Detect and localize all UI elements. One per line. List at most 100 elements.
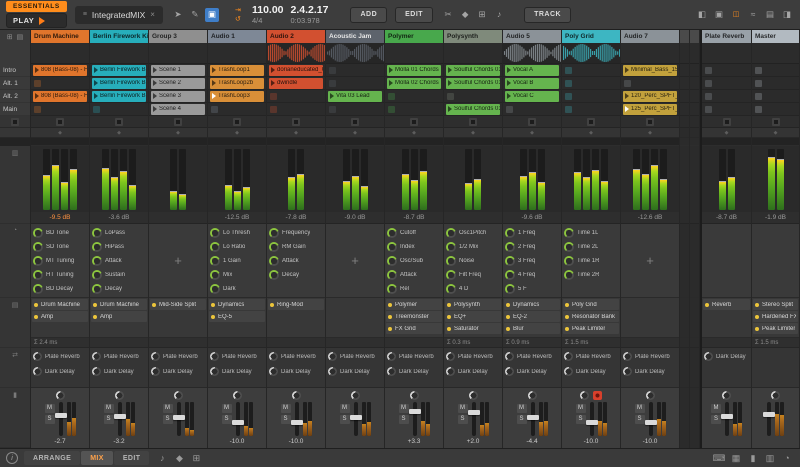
macro-knob[interactable]: 2 Freq (505, 240, 559, 253)
send-slot[interactable]: Plate Reverb (210, 350, 264, 363)
macro-knob[interactable]: BD Tone (33, 226, 87, 239)
fader-handle[interactable] (763, 411, 775, 417)
clip[interactable]: Soulful Chords 01 B (446, 77, 500, 89)
send-slot[interactable]: Plate Reverb (269, 350, 323, 363)
clip-slot[interactable] (562, 64, 620, 77)
clip[interactable]: 808 (Bass-08) - H.. (33, 90, 87, 102)
mute-button[interactable]: M (280, 404, 291, 413)
note-icon[interactable]: ♪ (492, 8, 506, 22)
device-item[interactable]: Saturator (445, 323, 501, 334)
send-slot[interactable]: Plate Reverb (564, 350, 618, 363)
track-stop-button[interactable] (410, 117, 418, 126)
clip-slot[interactable] (752, 64, 799, 77)
device-item[interactable]: Polymer (386, 299, 442, 310)
mute-button[interactable]: M (103, 404, 114, 413)
macro-knob[interactable]: 4 Freq (505, 268, 559, 281)
mute-button[interactable]: M (575, 404, 586, 413)
macro-knob[interactable]: 1 Freq (505, 226, 559, 239)
send-slot[interactable]: Plate Reverb (151, 350, 205, 363)
device-item[interactable]: EQ+ (445, 311, 501, 322)
send-slot[interactable]: Plate Reverb (446, 350, 500, 363)
midi-keyboard-icon[interactable]: ⌨ (712, 453, 726, 464)
grid-icon[interactable]: ⊞ (7, 33, 13, 41)
loop-icon[interactable]: ↺ (231, 15, 245, 24)
macro-knob[interactable]: MT Tuning (33, 254, 87, 267)
mute-button[interactable]: M (44, 404, 55, 413)
clip-slot[interactable]: Molla 02 Chords (385, 77, 443, 90)
clip-slot[interactable] (562, 90, 620, 103)
clip-slot[interactable]: Scene 4 (149, 103, 207, 116)
pan-knob[interactable] (645, 391, 655, 400)
pan-knob[interactable] (722, 391, 731, 400)
comment-icon[interactable]: ▣ (204, 7, 219, 22)
clip-slot[interactable]: Berlin Firework B.. (90, 77, 148, 90)
macro-knob[interactable]: LoPass (92, 226, 146, 239)
device-enabled-icon[interactable] (388, 302, 392, 307)
solo-button[interactable]: S (398, 415, 409, 424)
fader-handle[interactable] (408, 408, 421, 414)
device-enabled-icon[interactable] (506, 326, 510, 331)
solo-button[interactable]: S (457, 415, 468, 424)
solo-button[interactable]: S (516, 415, 527, 424)
clip-slot[interactable]: Molla 01 Chords (385, 64, 443, 77)
clip[interactable]: Soulful Chords 01 B (446, 64, 500, 76)
track-stop-button[interactable] (722, 117, 731, 126)
mute-button[interactable]: M (162, 404, 173, 413)
track-title[interactable]: Master (752, 30, 799, 43)
track-title[interactable]: Group 3 (149, 30, 207, 43)
clip-slot[interactable]: 125_Perc_SPFT_11 (621, 103, 679, 116)
volume-fader[interactable] (349, 402, 362, 436)
track-stop-button[interactable] (292, 117, 300, 126)
clip[interactable]: Berlin Firework B.. (92, 64, 146, 76)
fader-handle[interactable] (290, 419, 303, 425)
inspector-panel-icon[interactable]: ◧ (695, 8, 709, 22)
macro-knob[interactable]: SD Tone (33, 240, 87, 253)
clip-slot[interactable] (621, 77, 679, 90)
device-item[interactable]: Mid-Side Split (150, 299, 206, 310)
zoom-icon[interactable]: ⊞ (475, 8, 489, 22)
macro-knob[interactable]: Time 2L (564, 240, 618, 253)
macro-knob[interactable]: Decay (92, 282, 146, 295)
macro-knob[interactable]: Dark (210, 282, 264, 295)
clip-slot[interactable] (702, 64, 751, 77)
macro-knob[interactable]: 1 Gain (210, 254, 264, 267)
track-title[interactable]: Polymer (385, 30, 443, 43)
device-enabled-icon[interactable] (388, 314, 392, 319)
macro-knob[interactable]: 3 Freq (505, 254, 559, 267)
fader-handle[interactable] (349, 415, 362, 421)
volume-fader[interactable] (763, 402, 775, 436)
clip-slot[interactable] (752, 77, 799, 90)
snap-icon[interactable]: ◆ (172, 453, 186, 464)
record-arm-button[interactable] (593, 391, 602, 400)
clip-slot[interactable] (752, 103, 799, 116)
device-item[interactable]: Drum Machine (32, 299, 88, 310)
clip-slot[interactable] (444, 90, 502, 103)
macro-knob[interactable]: Rel (387, 282, 441, 295)
macro-knob[interactable]: Lo Thresh (210, 226, 264, 239)
add-button[interactable]: ADD (350, 6, 388, 23)
device-item[interactable]: Amp (91, 311, 147, 322)
macro-knob[interactable]: Noise (446, 254, 500, 267)
device-item[interactable]: Dynamics (504, 299, 560, 310)
clip-slot[interactable]: TrashLoop2b (208, 77, 266, 90)
clip[interactable]: Soulful Chords 01 B (446, 103, 500, 115)
volume-fader[interactable] (644, 402, 657, 436)
clip[interactable]: dwindle (269, 77, 323, 89)
grid-icon[interactable]: ⊞ (189, 453, 203, 464)
device-enabled-icon[interactable] (34, 302, 38, 307)
clip-slot[interactable] (680, 64, 689, 77)
knife-icon[interactable]: ✂ (441, 8, 455, 22)
song-position[interactable]: 2.4.2.17 (291, 4, 329, 16)
time-signature[interactable]: 4/4 (252, 16, 284, 25)
clip[interactable]: TrashLoop1 (210, 64, 264, 76)
mute-button[interactable]: M (516, 404, 527, 413)
clip-slot[interactable]: TrashLoop1 (208, 64, 266, 77)
fader-handle[interactable] (526, 414, 539, 420)
clip-slot[interactable]: Scene 3 (149, 90, 207, 103)
send-slot[interactable]: Plate Reverb (92, 350, 146, 363)
clip-slot[interactable] (90, 103, 148, 116)
fader-handle[interactable] (644, 419, 657, 425)
device-enabled-icon[interactable] (447, 302, 451, 307)
track-button[interactable]: TRACK (524, 6, 572, 23)
clip-slot[interactable]: 808 (Bass-08) - H.. (31, 90, 89, 103)
